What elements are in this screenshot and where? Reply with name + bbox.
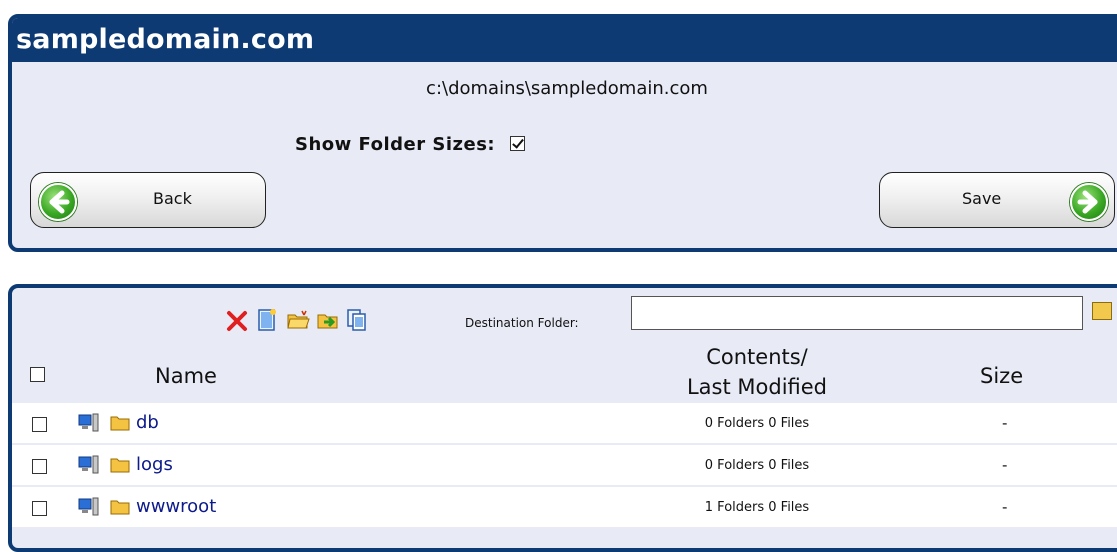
copy-icon[interactable] [346,308,368,332]
row-checkbox[interactable] [32,459,47,474]
move-icon[interactable] [316,308,338,332]
row-checkbox[interactable] [32,417,47,432]
delete-icon[interactable] [226,308,248,332]
save-button[interactable]: Save [879,172,1115,228]
new-file-icon[interactable] [256,308,278,332]
arrow-left-icon [39,183,77,221]
computer-icon[interactable] [78,413,100,433]
domain-panel: sampledomain.com c:\domains\sampledomain… [8,14,1117,252]
column-header-size[interactable]: Size [980,364,1023,388]
folder-icon [110,415,130,431]
show-folder-sizes-row: Show Folder Sizes: [295,134,525,155]
computer-icon[interactable] [78,455,100,475]
folder-contents: 0 Folders 0 Files [704,416,810,431]
domain-title: sampledomain.com [12,18,1117,62]
folder-icon [110,499,130,515]
column-header-name[interactable]: Name [155,364,217,388]
folder-name-link[interactable]: logs [136,454,173,475]
computer-icon[interactable] [78,497,100,517]
show-folder-sizes-checkbox[interactable] [509,135,525,151]
folder-name-link[interactable]: wwwroot [136,496,216,517]
table-row: logs 0 Folders 0 Files - [12,445,1117,485]
file-list-panel: Destination Folder: Name Contents/ Last … [8,284,1117,552]
select-all-checkbox[interactable] [30,367,45,382]
folder-name-link[interactable]: db [136,412,159,433]
folder-size: - [1002,414,1008,432]
column-header-contents-line2: Last Modified [686,375,828,399]
domain-path: c:\domains\sampledomain.com [426,78,708,99]
destination-folder-input[interactable] [631,296,1083,330]
back-button[interactable]: Back [30,172,266,228]
column-header-contents-line1: Contents/ [706,345,808,369]
table-row: db 0 Folders 0 Files - [12,403,1117,443]
column-header-contents[interactable]: Contents/ Last Modified [642,342,872,402]
folder-contents: 1 Folders 0 Files [704,500,810,515]
folder-browse-icon[interactable] [1092,302,1112,320]
destination-folder-label: Destination Folder: [465,316,579,330]
new-folder-icon[interactable] [286,308,310,332]
arrow-right-icon [1070,183,1108,221]
save-button-label: Save [962,189,1002,208]
folder-contents: 0 Folders 0 Files [704,458,810,473]
back-button-label: Back [153,189,192,208]
row-checkbox[interactable] [32,501,47,516]
folder-size: - [1002,498,1008,516]
table-row: wwwroot 1 Folders 0 Files - [12,487,1117,527]
folder-icon [110,457,130,473]
show-folder-sizes-label: Show Folder Sizes: [295,134,496,155]
folder-size: - [1002,456,1008,474]
